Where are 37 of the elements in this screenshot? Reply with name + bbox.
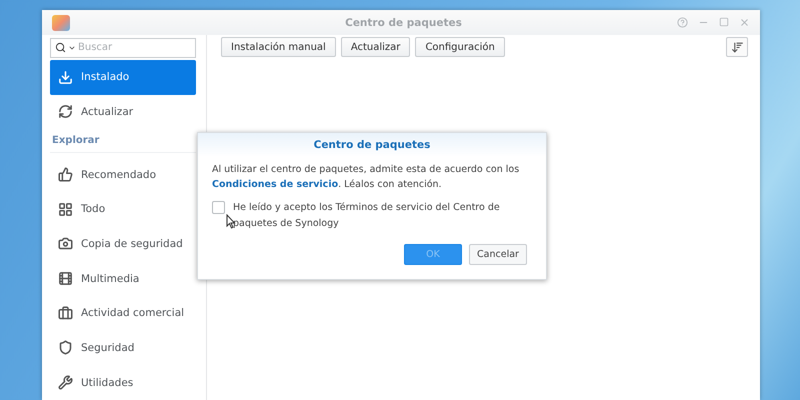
dialog-title: Centro de paquetes [314, 139, 430, 151]
refresh-icon [58, 104, 73, 120]
search-field[interactable]: Buscar [50, 38, 196, 58]
app-icon [52, 14, 70, 30]
film-reel-icon [58, 271, 73, 286]
sidebar-item[interactable]: Utilidades [50, 365, 196, 400]
download-icon [58, 70, 73, 85]
sidebar-item[interactable]: Actualizar [50, 94, 196, 130]
toolbar-button[interactable]: Actualizar [340, 37, 410, 57]
help-icon[interactable] [677, 17, 688, 28]
terms-link[interactable]: Condiciones de servicio [212, 179, 338, 190]
sidebar-item[interactable]: Todo [50, 192, 196, 227]
sidebar-item[interactable]: Seguridad [50, 330, 196, 366]
wrench-icon [58, 375, 73, 390]
shield-icon [58, 340, 73, 356]
sort-button[interactable] [726, 37, 748, 57]
cancel-button[interactable]: Cancelar [469, 244, 527, 265]
search-icon[interactable] [55, 42, 66, 54]
sidebar-item[interactable]: Instalado [50, 60, 196, 95]
toolbar-button[interactable]: Instalación manual [221, 37, 336, 57]
toolbar-button[interactable]: Configuración [415, 37, 505, 57]
thumbs-up-icon [58, 167, 73, 182]
section-heading: Explorar [52, 135, 100, 146]
accept-checkbox[interactable] [212, 201, 225, 214]
maximize-icon[interactable] [719, 17, 729, 27]
sidebar-item[interactable]: Copia de seguridad [50, 226, 196, 262]
sidebar-item[interactable]: Multimedia [50, 261, 196, 296]
grid-icon [58, 202, 73, 217]
sidebar-item[interactable]: Recomendado [50, 157, 196, 192]
close-icon[interactable] [739, 17, 750, 28]
window-title: Centro de paquetes [344, 16, 463, 28]
checkbox-label: He leído y acepto los Términos de servicio del Centro de paquetes de Synology [233, 201, 501, 231]
briefcase-icon [58, 306, 73, 321]
camera-icon [58, 236, 73, 252]
sidebar-item[interactable]: Actividad comercial [50, 296, 196, 331]
sort-icon [730, 40, 744, 54]
dialog-message: Al utilizar el centro de paquetes, admite esta de acuerdo con los Condiciones de servicio. Léalos con atención. [212, 163, 520, 192]
